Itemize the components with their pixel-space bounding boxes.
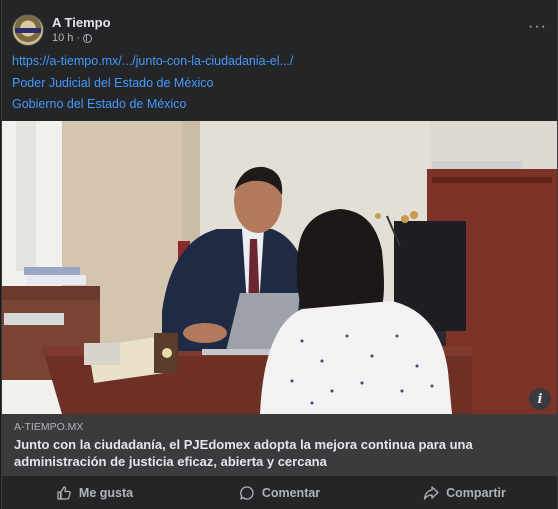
share-icon xyxy=(423,485,439,500)
avatar[interactable] xyxy=(12,14,44,46)
comment-icon xyxy=(239,485,254,500)
article-link[interactable]: https://a-tiempo.mx/.../junto-con-la-ciu… xyxy=(12,54,293,68)
post-photo[interactable]: i xyxy=(2,121,557,414)
post-card: A Tiempo 10 h · ··· https://a-tiempo.mx/… xyxy=(1,0,558,509)
post-time[interactable]: 10 h · xyxy=(52,32,80,44)
page-name[interactable]: A Tiempo xyxy=(52,15,111,30)
like-button[interactable]: Me gusta xyxy=(2,476,187,509)
avatar-band xyxy=(15,28,41,33)
link-preview[interactable]: A-TIEMPO.MX Junto con la ciudadanía, el … xyxy=(2,414,557,476)
comment-button[interactable]: Comentar xyxy=(187,476,372,509)
like-icon xyxy=(57,485,71,500)
preview-title: Junto con la ciudadanía, el PJEdomex ado… xyxy=(14,437,473,469)
post-header: A Tiempo 10 h · ··· xyxy=(2,0,557,50)
preview-domain: A-TIEMPO.MX xyxy=(14,421,84,433)
mention-gobierno[interactable]: Gobierno del Estado de México xyxy=(12,97,186,111)
more-icon[interactable]: ··· xyxy=(528,18,547,36)
info-icon[interactable]: i xyxy=(529,388,551,410)
photo-illustration xyxy=(2,121,557,414)
like-label: Me gusta xyxy=(78,485,134,500)
mention-poder-judicial[interactable]: Poder Judicial del Estado de México xyxy=(12,76,214,90)
comment-label: Comentar xyxy=(261,485,321,500)
share-label: Compartir xyxy=(446,485,506,500)
action-bar: Me gusta Comentar Compartir xyxy=(2,476,557,509)
globe-icon xyxy=(83,33,93,43)
post-meta: 10 h · xyxy=(52,32,93,44)
share-button[interactable]: Compartir xyxy=(372,476,557,509)
